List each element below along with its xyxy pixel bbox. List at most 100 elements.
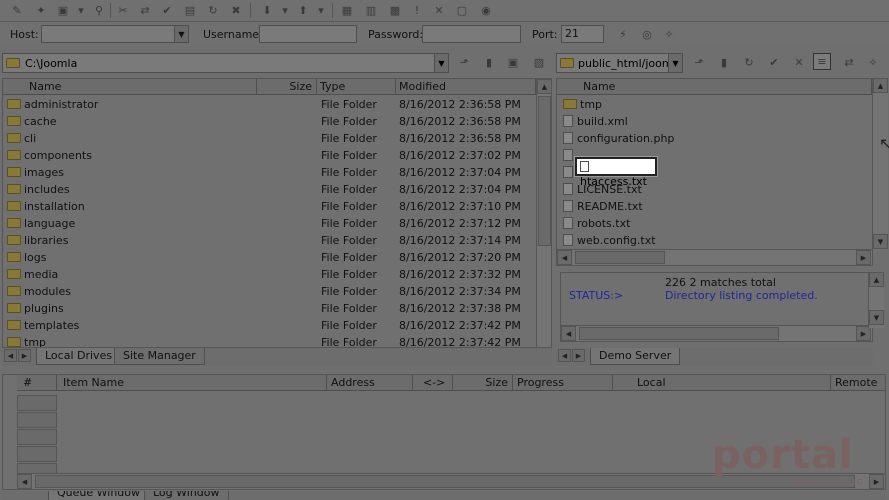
session-dropdown-icon[interactable]: ▾ (72, 2, 90, 19)
log-scroll-down-icon[interactable]: ▼ (869, 310, 884, 325)
local-tab-next-icon[interactable]: ▶ (18, 349, 31, 362)
remote-vertical-scrollbar[interactable]: ▲ ▼ (872, 78, 888, 250)
remote-path-combobox[interactable]: public_html/joomla ▼ (556, 53, 683, 73)
remote-path-dropdown-icon[interactable]: ▼ (668, 54, 682, 72)
list-item[interactable]: configuration.php (557, 130, 872, 147)
download-dropdown-icon[interactable]: ▾ (276, 2, 294, 19)
properties-icon[interactable]: ▢ (453, 2, 471, 19)
table-row[interactable]: libraries File Folder 8/16/2012 2:37:14 PM (3, 232, 551, 249)
local-tab-prev-icon[interactable]: ◀ (4, 349, 17, 362)
remote-sync-icon[interactable]: ⇄ (840, 54, 858, 71)
upload-dropdown-icon[interactable]: ▾ (312, 2, 330, 19)
remote-horizontal-scrollbar[interactable]: ◀ ▶ (557, 249, 872, 265)
remote-delete-icon[interactable]: ✕ (790, 54, 808, 71)
host-dropdown-icon[interactable]: ▼ (174, 26, 188, 42)
table-row[interactable]: logs File Folder 8/16/2012 2:37:20 PM (3, 249, 551, 266)
help-icon[interactable]: ◉ (477, 2, 495, 19)
table-row[interactable]: templates File Folder 8/16/2012 2:37:42 PM (3, 317, 551, 334)
remote-tab-prev-icon[interactable]: ◀ (558, 349, 571, 362)
local-col-name[interactable]: Name (3, 79, 257, 95)
queue-col-remote[interactable]: Remote (831, 375, 885, 391)
local-col-type[interactable]: Type (317, 79, 396, 95)
queue-col-direction[interactable]: <-> (413, 375, 453, 391)
remote-settings-icon[interactable]: ✧ (864, 54, 882, 71)
view-icon[interactable]: ▦ (338, 2, 356, 19)
remote-mirror-icon[interactable]: ✔ (765, 54, 783, 71)
local-path-combobox[interactable]: C:\Joomla ▼ (2, 53, 449, 73)
table-row[interactable]: media File Folder 8/16/2012 2:37:32 PM (3, 266, 551, 283)
queue-scroll-left-icon[interactable]: ◀ (17, 474, 32, 489)
tab-demo-server[interactable]: Demo Server (590, 348, 681, 365)
log-vertical-scrollbar[interactable]: ▲ ▼ (868, 272, 884, 328)
delete-icon[interactable]: ✕ (430, 2, 448, 19)
remote-scroll-down-icon[interactable]: ▼ (873, 234, 888, 249)
log-scroll-up-icon[interactable]: ▲ (869, 272, 884, 287)
table-row[interactable]: administrator File Folder 8/16/2012 2:36:5… (3, 96, 551, 113)
remote-scroll-thumb[interactable] (575, 251, 665, 264)
table-row[interactable]: includes File Folder 8/16/2012 2:37:04 PM (3, 181, 551, 198)
sync-icon[interactable]: ⇄ (136, 2, 154, 19)
table-row[interactable]: plugins File Folder 8/16/2012 2:37:38 PM (3, 300, 551, 317)
alert-icon[interactable]: ! (408, 2, 426, 19)
local-path-dropdown-icon[interactable]: ▼ (434, 54, 448, 72)
local-scroll-thumb[interactable] (538, 96, 551, 246)
queue-col-size[interactable]: Size (453, 375, 513, 391)
quick-connect-button-icon[interactable]: ⚡ (614, 26, 632, 43)
mirror-icon[interactable]: ✔ (158, 2, 176, 19)
remote-scroll-left-icon[interactable]: ◀ (557, 250, 572, 265)
download-icon[interactable]: ⬇ (258, 2, 276, 19)
new-session-icon[interactable]: ▣ (54, 2, 72, 19)
table-row[interactable]: modules File Folder 8/16/2012 2:37:34 PM (3, 283, 551, 300)
list-item[interactable]: robots.txt (557, 215, 872, 232)
tab-log-window[interactable]: Log Window (144, 491, 229, 500)
list-item[interactable]: build.xml (557, 113, 872, 130)
log-scroll-left-icon[interactable]: ◀ (561, 326, 576, 341)
remote-refresh-icon[interactable]: ↻ (740, 54, 758, 71)
remote-bookmark-icon[interactable]: ▮ (715, 54, 733, 71)
queue-col-number[interactable]: # (17, 375, 57, 391)
list-item[interactable]: web.config.txt (557, 232, 872, 249)
table-row[interactable]: language File Folder 8/16/2012 2:37:12 PM (3, 215, 551, 232)
local-up-folder-icon[interactable]: ⬏ (455, 54, 473, 71)
upload-icon[interactable]: ⬆ (294, 2, 312, 19)
tab-local-drives[interactable]: Local Drives (36, 348, 122, 365)
table-row[interactable]: components File Folder 8/16/2012 2:37:02 P… (3, 147, 551, 164)
queue-scroll-right-icon[interactable]: ▶ (869, 474, 884, 489)
log-scroll-right-icon[interactable]: ▶ (856, 326, 871, 341)
connect-icon[interactable]: ✎ (8, 2, 26, 19)
local-bookmark-icon[interactable]: ▮ (480, 54, 498, 71)
local-scroll-up-icon[interactable]: ▲ (537, 79, 551, 94)
password-input[interactable] (422, 25, 521, 43)
queue-col-local[interactable]: Local (613, 375, 831, 391)
edit-icon[interactable]: ▥ (362, 2, 380, 19)
tab-site-manager[interactable]: Site Manager (114, 348, 205, 365)
list-item[interactable]: README.txt (557, 198, 872, 215)
port-input[interactable]: 21 (561, 25, 604, 43)
table-row[interactable]: cache File Folder 8/16/2012 2:36:58 PM (3, 113, 551, 130)
host-input[interactable]: ▼ (41, 25, 189, 43)
queue-col-item-name[interactable]: Item Name (57, 375, 327, 391)
queue-col-address[interactable]: Address (327, 375, 413, 391)
url-icon[interactable]: ▤ (181, 2, 199, 19)
local-col-size[interactable]: Size (257, 79, 317, 95)
connect-history-icon[interactable]: ◎ (638, 26, 656, 43)
remote-up-folder-icon[interactable]: ⬏ (690, 54, 708, 71)
table-row[interactable]: installation File Folder 8/16/2012 2:37:10… (3, 198, 551, 215)
local-col-modified[interactable]: Modified (396, 79, 536, 95)
table-row[interactable]: cli File Folder 8/16/2012 2:36:58 PM (3, 130, 551, 147)
stop-icon[interactable]: ✖ (227, 2, 245, 19)
local-open-icon[interactable]: ▧ (530, 54, 548, 71)
connect-settings-icon[interactable]: ✧ (660, 26, 678, 43)
table-row[interactable]: images File Folder 8/16/2012 2:37:04 PM (3, 164, 551, 181)
quick-connect-icon[interactable]: ✦ (32, 2, 50, 19)
remote-scroll-up-icon[interactable]: ▲ (873, 78, 888, 93)
remote-scroll-right-icon[interactable]: ▶ (856, 250, 871, 265)
remote-list-view-icon[interactable]: ≡ (813, 53, 831, 70)
log-scroll-thumb[interactable] (579, 327, 779, 340)
remote-tab-next-icon[interactable]: ▶ (572, 349, 585, 362)
remote-col-name[interactable]: Name (557, 79, 872, 95)
new-folder-icon[interactable]: ▩ (386, 2, 404, 19)
queue-col-progress[interactable]: Progress (513, 375, 613, 391)
table-row[interactable]: tmp File Folder 8/16/2012 2:37:42 PM (3, 334, 551, 347)
local-vertical-scrollbar[interactable]: ▲ (536, 79, 551, 347)
